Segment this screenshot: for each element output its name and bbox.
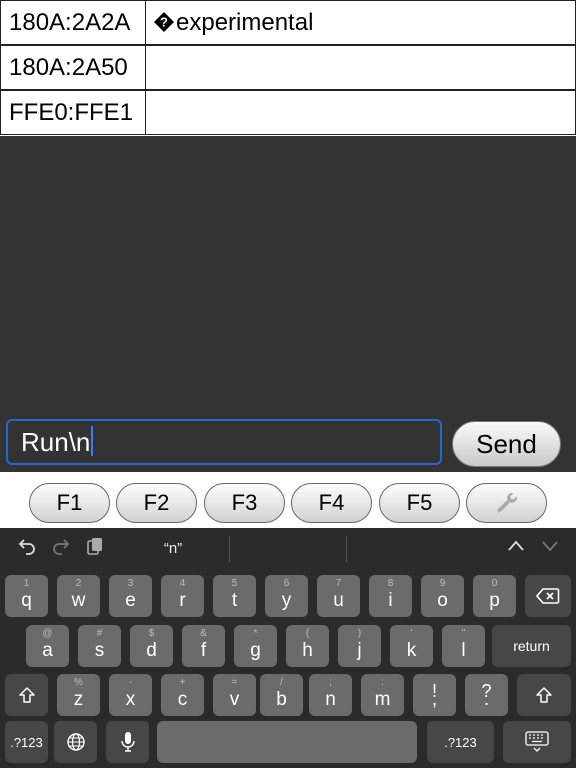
key-b[interactable]: / b [260,674,303,716]
undo-icon[interactable] [14,536,40,562]
key-h[interactable]: (h [286,625,329,667]
question-diamond-icon: ? [154,11,174,32]
paste-icon[interactable] [82,536,108,562]
characteristic-row[interactable]: 180A:2A2A ? experimental [0,0,576,45]
characteristic-uuid: FFE0:FFE1 [0,90,146,135]
key-o[interactable]: 9o [421,575,464,617]
key-x[interactable]: -x [109,674,152,716]
chevron-up-icon[interactable] [503,536,529,562]
wrench-icon [496,493,517,513]
key-c[interactable]: + c [161,674,204,716]
backspace-icon [536,588,560,604]
key-p[interactable]: 0p [473,575,516,617]
key-d[interactable]: $ d [130,625,173,667]
key-v[interactable]: = v [213,674,256,716]
key-a[interactable]: @ a [26,625,69,667]
numbers-key-right[interactable]: .?123 [427,721,494,763]
redo-icon[interactable] [48,536,74,562]
shift-key-left[interactable] [5,674,48,716]
key-m[interactable]: :m [361,674,404,716]
characteristics-table: 180A:2A2A ? experimental 180A:2A50 FFE0:… [0,0,576,136]
characteristic-uuid: 180A:2A2A [0,0,146,45]
send-button[interactable]: Send [452,421,561,467]
svg-text:?: ? [160,14,168,29]
shift-icon [536,687,552,703]
keyboard-shortcut-bar: “n” [0,528,576,570]
key-i[interactable]: 8i [369,575,412,617]
key-n[interactable]: ; n [309,674,352,716]
characteristic-description [145,90,576,135]
f2-button[interactable]: F2 [116,483,197,523]
command-input[interactable]: Run\n [6,419,442,465]
f4-button[interactable]: F4 [291,483,372,523]
f3-button[interactable]: F3 [204,483,285,523]
divider [229,536,230,562]
chevron-down-icon[interactable] [537,536,563,562]
characteristic-uuid: 180A:2A50 [0,45,146,90]
shift-icon [18,687,35,703]
microphone-icon [120,732,135,752]
function-key-bar: F1 F2 F3 F4 F5 [0,472,576,528]
globe-icon [66,733,85,751]
characteristic-row[interactable]: FFE0:FFE1 [0,90,576,135]
key-t[interactable]: 5t [213,575,256,617]
key-y[interactable]: 6y [265,575,308,617]
key-s[interactable]: # s [78,625,121,667]
f5-button[interactable]: F5 [379,483,460,523]
space-key[interactable] [157,721,417,763]
return-key[interactable]: return [492,625,571,667]
text-caret [91,426,94,457]
key-r[interactable]: 4r [161,575,204,617]
key-l[interactable]: " l [442,625,485,667]
dictation-key[interactable] [106,721,149,763]
key-z[interactable]: % z [57,674,100,716]
numbers-key-left[interactable]: .?123 [5,721,48,763]
divider [346,536,347,562]
key-e[interactable]: 3e [109,575,152,617]
delete-key[interactable] [525,575,571,617]
autocomplete-suggestion[interactable]: “n” [150,536,196,562]
characteristic-row[interactable]: 180A:2A50 [0,45,576,90]
key-q[interactable]: 1q [5,575,48,617]
keyboard-hide-icon [525,731,549,752]
shift-key-right[interactable] [517,674,571,716]
key-comma[interactable]: !, [413,674,456,716]
key-f[interactable]: & f [182,625,225,667]
key-j[interactable]: ) j [338,625,381,667]
characteristic-description [145,45,576,90]
f1-button[interactable]: F1 [29,483,110,523]
characteristic-description: experimental [176,9,314,36]
onscreen-keyboard: “n” 1q 2w 3e 4r 5t 6y 7u 8i 9o 0p @ a # s … [0,528,576,768]
settings-button[interactable] [466,483,547,523]
globe-key[interactable] [54,721,97,763]
command-input-value: Run\n [21,427,91,457]
key-u[interactable]: 7u [317,575,360,617]
characteristic-description-cell: ? experimental [145,0,576,45]
hide-keyboard-key[interactable] [503,721,571,763]
key-k[interactable]: ' k [390,625,433,667]
key-period[interactable]: ?. [465,674,508,716]
key-g[interactable]: * g [234,625,277,667]
key-w[interactable]: 2w [57,575,100,617]
